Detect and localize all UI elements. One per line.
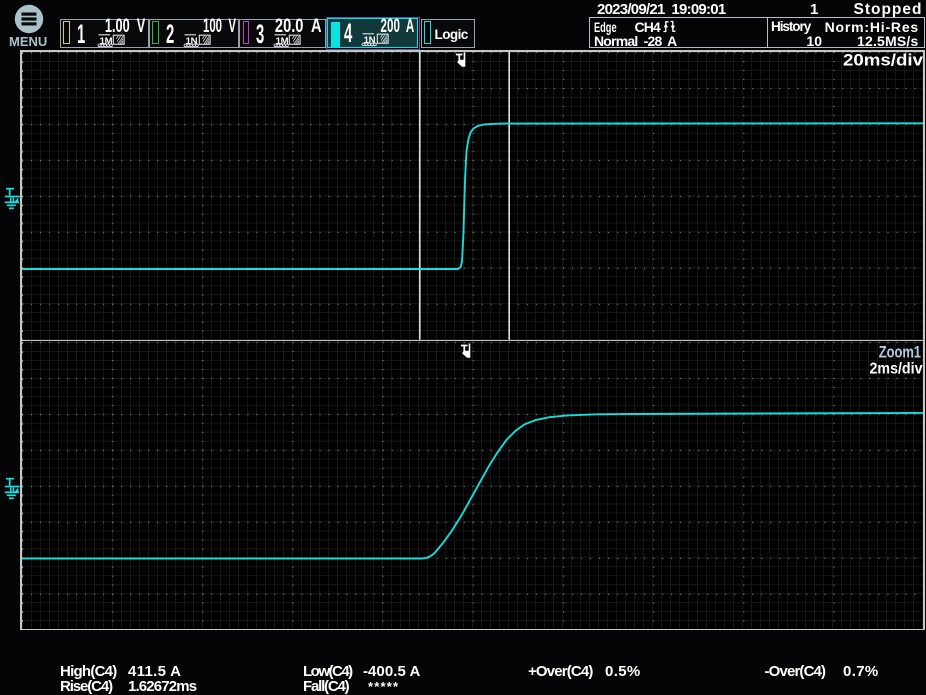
svg-text:2ms/div: 2ms/div — [869, 360, 922, 377]
svg-text:Zoom1: Zoom1 — [878, 342, 920, 361]
svg-text:20ms/div: 20ms/div — [842, 52, 923, 69]
